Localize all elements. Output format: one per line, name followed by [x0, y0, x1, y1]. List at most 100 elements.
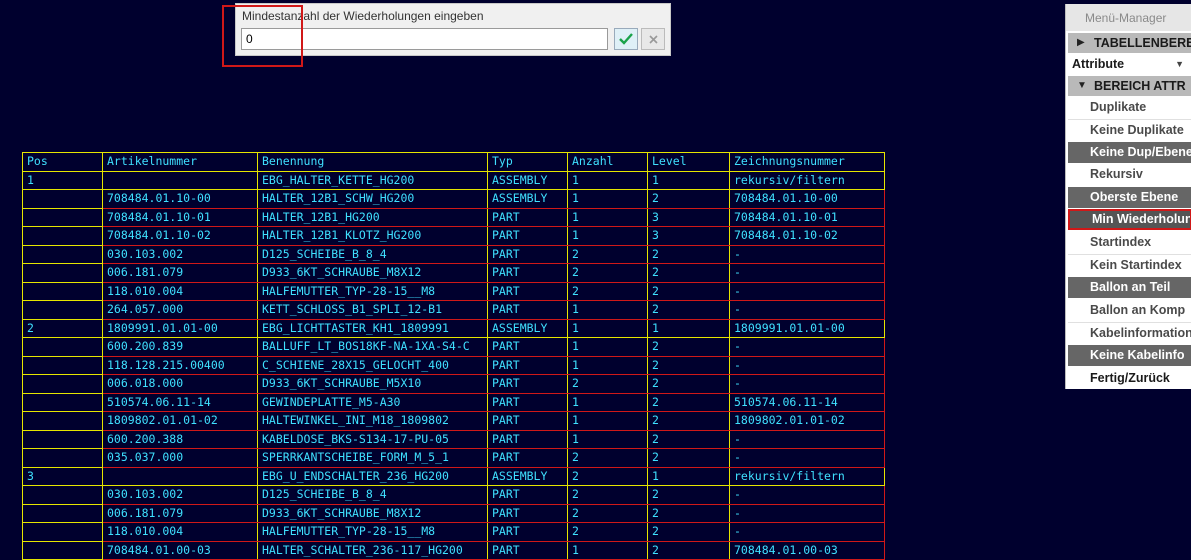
header-type: Typ	[487, 152, 568, 172]
cell-drawing-number: 708484.01.00-03	[729, 540, 885, 560]
cell-article: 006.181.079	[102, 263, 258, 283]
section-attr-area-label: BEREICH ATTR	[1094, 79, 1186, 93]
cell-count: 2	[567, 374, 648, 394]
confirm-button[interactable]	[614, 28, 638, 50]
menu-item-balloon-component[interactable]: Ballon an Komp	[1068, 300, 1191, 321]
cell-pos	[22, 411, 103, 431]
attribute-select[interactable]: Attribute ▼	[1068, 54, 1191, 75]
menu-item-no-duplicates[interactable]: Keine Duplikate	[1068, 120, 1191, 141]
cell-level: 2	[647, 300, 730, 320]
cell-name: D933_6KT_SCHRAUBE_M8X12	[257, 263, 488, 283]
cell-level: 2	[647, 448, 730, 468]
cell-count: 1	[567, 411, 648, 431]
menu-item-no-cable-info[interactable]: Keine Kabelinfo	[1068, 345, 1191, 366]
menu-item-balloon-part[interactable]: Ballon an Teil	[1068, 277, 1191, 298]
table-row: 708484.01.10-01 HALTER_12B1_HG200 PART 1 3 70…	[22, 207, 885, 227]
cell-type: PART	[487, 226, 568, 246]
cell-type: PART	[487, 263, 568, 283]
cell-drawing-number: -	[729, 355, 885, 375]
cell-level: 2	[647, 503, 730, 523]
table-row: 006.181.079 D933_6KT_SCHRAUBE_M8X12 PART 2 2…	[22, 503, 885, 523]
cell-name: HALTER_12B1_HG200	[257, 207, 488, 227]
cell-type: PART	[487, 485, 568, 505]
repeat-count-input[interactable]	[241, 28, 608, 50]
cell-level: 1	[647, 318, 730, 338]
menu-item-no-start-index[interactable]: Kein Startindex	[1068, 255, 1191, 276]
cell-drawing-number: 1809802.01.01-02	[729, 411, 885, 431]
cell-drawing-number: -	[729, 244, 885, 264]
cell-level: 3	[647, 226, 730, 246]
table-row: 708484.01.10-00 HALTER_12B1_SCHW_HG200 ASS…	[22, 189, 885, 209]
cell-level: 2	[647, 263, 730, 283]
cell-article: 708484.01.00-03	[102, 540, 258, 560]
close-icon	[648, 34, 658, 44]
cell-pos	[22, 226, 103, 246]
cell-pos	[22, 392, 103, 412]
table-row: 118.128.215.00400 C_SCHIENE_28X15_GELOCHT…	[22, 355, 885, 375]
cell-name: EBG_U_ENDSCHALTER_236_HG200	[257, 466, 488, 486]
bom-table: Pos Artikelnummer Benennung Typ Anzahl L…	[22, 152, 885, 560]
dropdown-arrow-icon: ▼	[1175, 59, 1184, 69]
header-count: Anzahl	[567, 152, 648, 172]
attribute-select-value: Attribute	[1072, 57, 1125, 71]
section-attr-area[interactable]: ▼ BEREICH ATTR	[1068, 76, 1191, 96]
menu-item-done-return[interactable]: Fertig/Zurück	[1068, 368, 1191, 389]
menu-manager: Menü-Manager ▶ TABELLENBEREICHE Attribut…	[1065, 4, 1191, 389]
cell-name: HALTEWINKEL_INI_M18_1809802	[257, 411, 488, 431]
cell-article: 030.103.002	[102, 244, 258, 264]
cancel-button[interactable]	[641, 28, 665, 50]
cell-drawing-number: 708484.01.10-01	[729, 207, 885, 227]
cell-type: PART	[487, 429, 568, 449]
cell-pos	[22, 540, 103, 560]
cell-pos	[22, 263, 103, 283]
cell-drawing-number: -	[729, 337, 885, 357]
cell-pos	[22, 337, 103, 357]
table-row: 2 1809991.01.01-00 EBG_LICHTTASTER_KH1_180…	[22, 318, 885, 338]
table-row: 1 EBG_HALTER_KETTE_HG200 ASSEMBLY 1 1 rekursi…	[22, 170, 885, 190]
cell-name: BALLUFF_LT_BOS18KF-NA-1XA-S4-C	[257, 337, 488, 357]
cell-count: 1	[567, 355, 648, 375]
cell-level: 2	[647, 392, 730, 412]
cell-pos	[22, 503, 103, 523]
repeat-count-dialog: Mindestanzahl der Wiederholungen eingebe…	[235, 3, 671, 56]
menu-item-duplicates[interactable]: Duplikate	[1068, 97, 1191, 118]
cell-name: SPERRKANTSCHEIBE_FORM_M_5_1	[257, 448, 488, 468]
menu-item-no-dup-level[interactable]: Keine Dup/Ebene	[1068, 142, 1191, 163]
cell-article: 1809991.01.01-00	[102, 318, 258, 338]
cell-name: EBG_HALTER_KETTE_HG200	[257, 170, 488, 190]
cell-article	[102, 466, 258, 486]
cell-type: PART	[487, 540, 568, 560]
menu-item-recursive[interactable]: Rekursiv	[1068, 164, 1191, 185]
cell-drawing-number: 708484.01.10-02	[729, 226, 885, 246]
cell-drawing-number: -	[729, 263, 885, 283]
header-level: Level	[647, 152, 730, 172]
cell-level: 2	[647, 522, 730, 542]
cell-count: 1	[567, 392, 648, 412]
section-table-areas[interactable]: ▶ TABELLENBEREICHE	[1068, 33, 1191, 53]
cell-drawing-number: -	[729, 522, 885, 542]
cell-level: 2	[647, 485, 730, 505]
table-row: 600.200.839 BALLUFF_LT_BOS18KF-NA-1XA-S4-…	[22, 337, 885, 357]
cell-type: PART	[487, 207, 568, 227]
menu-item-top-level[interactable]: Oberste Ebene	[1068, 187, 1191, 208]
menu-item-min-repeat[interactable]: Min Wiederholung	[1068, 209, 1191, 230]
cell-count: 2	[567, 485, 648, 505]
cell-type: PART	[487, 448, 568, 468]
cell-name: D933_6KT_SCHRAUBE_M8X12	[257, 503, 488, 523]
cell-count: 2	[567, 448, 648, 468]
menu-item-cable-info[interactable]: Kabelinformation	[1068, 323, 1191, 344]
menu-item-start-index[interactable]: Startindex	[1068, 232, 1191, 253]
cell-article: 006.181.079	[102, 503, 258, 523]
cell-count: 1	[567, 318, 648, 338]
cell-count: 1	[567, 429, 648, 449]
cell-count: 1	[567, 300, 648, 320]
table-header-row: Pos Artikelnummer Benennung Typ Anzahl L…	[22, 152, 885, 172]
header-pos: Pos	[22, 152, 103, 172]
cell-count: 2	[567, 281, 648, 301]
cell-article: 035.037.000	[102, 448, 258, 468]
triangle-down-icon: ▼	[1077, 80, 1087, 91]
cell-drawing-number: -	[729, 429, 885, 449]
table-row: 030.103.002 D125_SCHEIBE_B_8_4 PART 2 2-	[22, 485, 885, 505]
cell-pos: 1	[22, 170, 103, 190]
cell-type: ASSEMBLY	[487, 318, 568, 338]
